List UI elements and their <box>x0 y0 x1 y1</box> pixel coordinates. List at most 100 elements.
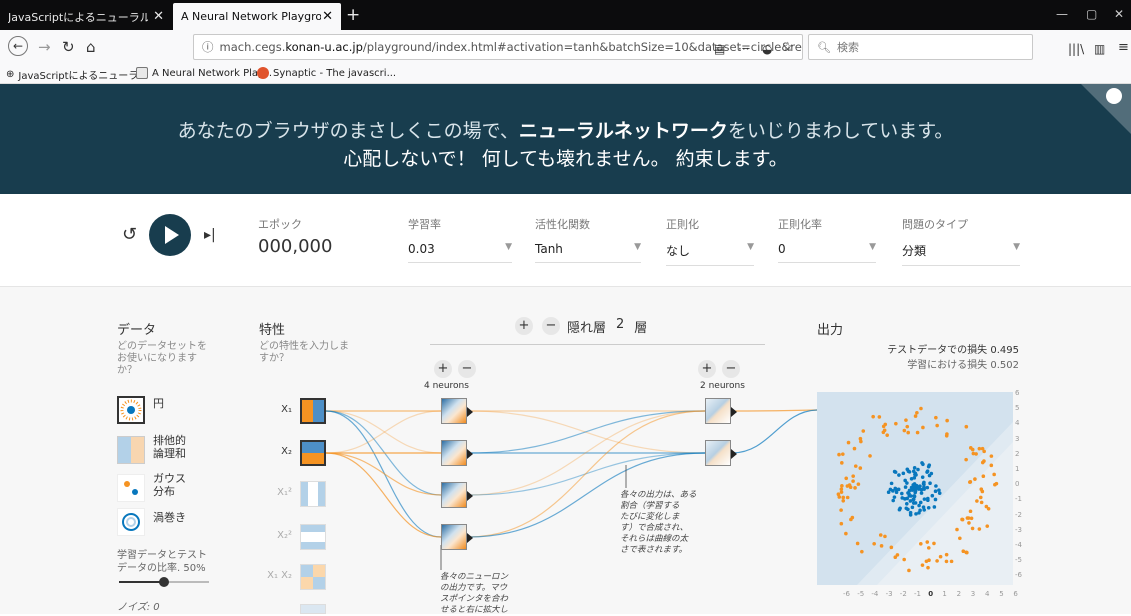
point-orange <box>860 549 864 554</box>
point-orange <box>836 492 841 497</box>
layer2-count: 2 neurons <box>700 381 745 391</box>
x-tick: -6 <box>843 590 850 598</box>
point-orange <box>968 480 972 484</box>
point-orange <box>960 517 964 522</box>
add-neuron-layer2[interactable]: + <box>698 360 716 378</box>
point-orange <box>853 486 857 490</box>
x-tick: 3 <box>970 590 976 598</box>
point-orange <box>979 500 984 505</box>
neuron-1-4[interactable] <box>441 524 473 550</box>
hidden-layers-label: 隠れ層 2 層 <box>567 317 648 336</box>
point-orange <box>885 433 889 437</box>
point-orange <box>853 464 858 468</box>
point-blue <box>928 481 932 486</box>
point-orange <box>894 421 898 426</box>
point-orange <box>839 487 844 491</box>
neuron-note: 各々のニューロン の出力です。マウ スポインタを合わ せると右に拡大し <box>440 572 509 615</box>
y-tick: -1 <box>1015 495 1022 504</box>
output-title: 出力 <box>817 323 844 338</box>
point-orange <box>992 472 996 477</box>
neuron-1-1[interactable] <box>441 398 473 424</box>
point-blue <box>917 503 921 508</box>
point-orange <box>938 554 943 559</box>
neuron-1-3[interactable] <box>441 482 473 508</box>
y-tick: -3 <box>1015 525 1022 534</box>
point-blue <box>894 490 899 495</box>
point-orange <box>920 563 925 567</box>
link <box>467 410 706 454</box>
point-blue <box>892 495 897 499</box>
remove-layer-button[interactable]: − <box>542 317 560 335</box>
point-orange <box>859 439 863 444</box>
x-tick: -4 <box>871 590 879 598</box>
point-blue <box>889 481 894 486</box>
point-blue <box>930 493 935 498</box>
point-blue <box>907 492 911 496</box>
remove-neuron-layer2[interactable]: − <box>722 360 740 378</box>
point-orange <box>847 483 852 487</box>
point-orange <box>973 477 977 481</box>
point-orange <box>966 516 971 520</box>
point-orange <box>968 509 973 514</box>
point-orange <box>989 463 994 468</box>
point-orange <box>840 484 844 488</box>
point-orange <box>851 474 855 478</box>
point-blue <box>913 489 918 493</box>
point-orange <box>989 454 994 458</box>
point-orange <box>921 425 925 430</box>
add-layer-button[interactable]: + <box>515 317 533 335</box>
point-blue <box>891 498 896 503</box>
x-tick: -5 <box>857 590 865 598</box>
point-blue <box>922 485 926 490</box>
point-orange <box>919 406 923 411</box>
y-tick: -4 <box>1015 541 1022 549</box>
y-tick: -5 <box>1015 556 1022 565</box>
point-blue <box>922 480 926 485</box>
point-blue <box>921 462 925 467</box>
x-tick: -3 <box>885 590 893 598</box>
point-orange <box>861 429 866 433</box>
remove-neuron-layer1[interactable]: − <box>458 360 476 378</box>
point-blue <box>904 501 909 506</box>
point-orange <box>915 411 919 415</box>
point-blue <box>908 510 913 515</box>
output-plot[interactable] <box>817 392 1013 585</box>
point-blue <box>912 466 917 470</box>
train-loss: 学習における損失 0.502 <box>907 360 1019 371</box>
layer1-count: 4 neurons <box>424 381 469 391</box>
point-orange <box>968 446 973 450</box>
weights-note: 各々の出力は、ある 割合（学習する たびに変化しま す）で合成され、 それらは曲線の太さ… <box>620 490 697 555</box>
x-tick: 4 <box>985 590 990 598</box>
point-orange <box>955 527 959 532</box>
point-orange <box>981 474 986 479</box>
point-orange <box>945 432 949 436</box>
link <box>325 410 442 538</box>
point-orange <box>902 428 907 433</box>
point-orange <box>986 506 991 511</box>
point-blue <box>910 505 915 510</box>
point-orange <box>915 430 920 435</box>
neuron-2-1[interactable] <box>705 398 737 424</box>
point-orange <box>858 466 863 470</box>
point-orange <box>879 544 884 548</box>
point-orange <box>889 545 894 550</box>
point-orange <box>978 495 983 500</box>
point-blue <box>918 500 923 505</box>
point-blue <box>925 469 930 473</box>
point-orange <box>977 527 982 531</box>
point-orange <box>985 524 990 528</box>
point-orange <box>881 430 886 435</box>
point-orange <box>949 559 954 564</box>
neuron-2-2[interactable] <box>705 440 737 466</box>
neuron-1-2[interactable] <box>441 440 473 466</box>
point-blue <box>929 471 934 476</box>
point-blue <box>911 497 916 501</box>
point-blue <box>919 491 924 495</box>
point-blue <box>905 467 910 472</box>
point-blue <box>932 505 937 509</box>
x-tick: 6 <box>1013 590 1018 598</box>
add-neuron-layer1[interactable]: + <box>434 360 452 378</box>
point-blue <box>905 496 910 501</box>
point-blue <box>912 476 917 480</box>
point-orange <box>935 559 939 563</box>
